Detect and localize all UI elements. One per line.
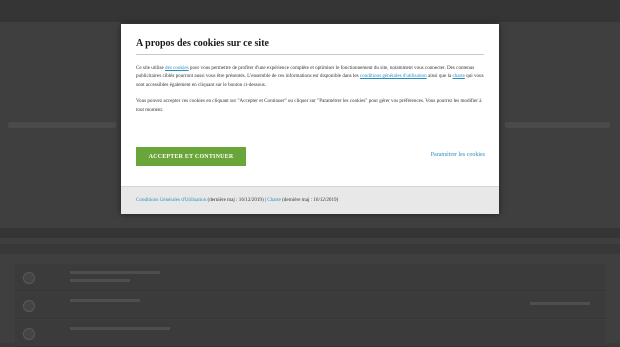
consent-instructions-paragraph: Vous pouvez accepter ces cookies en cliq… [136,98,482,113]
title-divider [136,54,484,55]
row-text-placeholder [70,279,130,282]
row-text-placeholder [70,299,140,302]
modal-body: Ce site utilise des cookies pour vous pe… [136,64,485,122]
cookie-consent-modal: A propos des cookies sur ce site Ce site… [121,24,499,214]
forum-row [15,292,605,319]
row-text-placeholder [530,302,590,305]
section-header-bar [0,228,620,238]
footer-cgu-link[interactable]: Conditions Générales d'Utilisation [136,197,206,203]
topic-status-icon [23,272,35,284]
footer-charte-link[interactable]: Charte [267,197,281,203]
cgu-date-text: (dernière maj : 16/12/2019) | [206,197,268,203]
forum-row [15,264,605,291]
modal-title: A propos des cookies sur ce site [136,38,269,49]
cookie-info-paragraph: Ce site utilise des cookies pour vous pe… [136,64,485,89]
topic-status-icon [23,300,35,312]
charte-date-text: (dernière maj : 16/12/2019) [280,197,339,203]
nav-strip-right [505,122,610,128]
cookie-settings-link[interactable]: Paramétrer les cookies [431,152,485,158]
modal-footer: Conditions Générales d'Utilisation (dern… [121,186,499,214]
footer-legal-text: Conditions Générales d'Utilisation (dern… [136,197,338,203]
nav-strip-left [8,122,116,128]
cgu-link[interactable]: conditions générales d'utilisation [360,73,427,79]
table-header-bar [0,244,620,254]
text-span: ainsi que la [426,73,453,80]
row-text-placeholder [70,271,160,274]
cookies-link[interactable]: des cookies [165,65,189,71]
accept-and-continue-button[interactable]: ACCEPTER ET CONTINUER [136,147,246,166]
row-text-placeholder [70,327,170,330]
text-span: Ce site utilise [136,65,166,71]
topic-status-icon [23,328,35,340]
top-banner [0,0,620,22]
charte-link[interactable]: charte [452,73,464,79]
